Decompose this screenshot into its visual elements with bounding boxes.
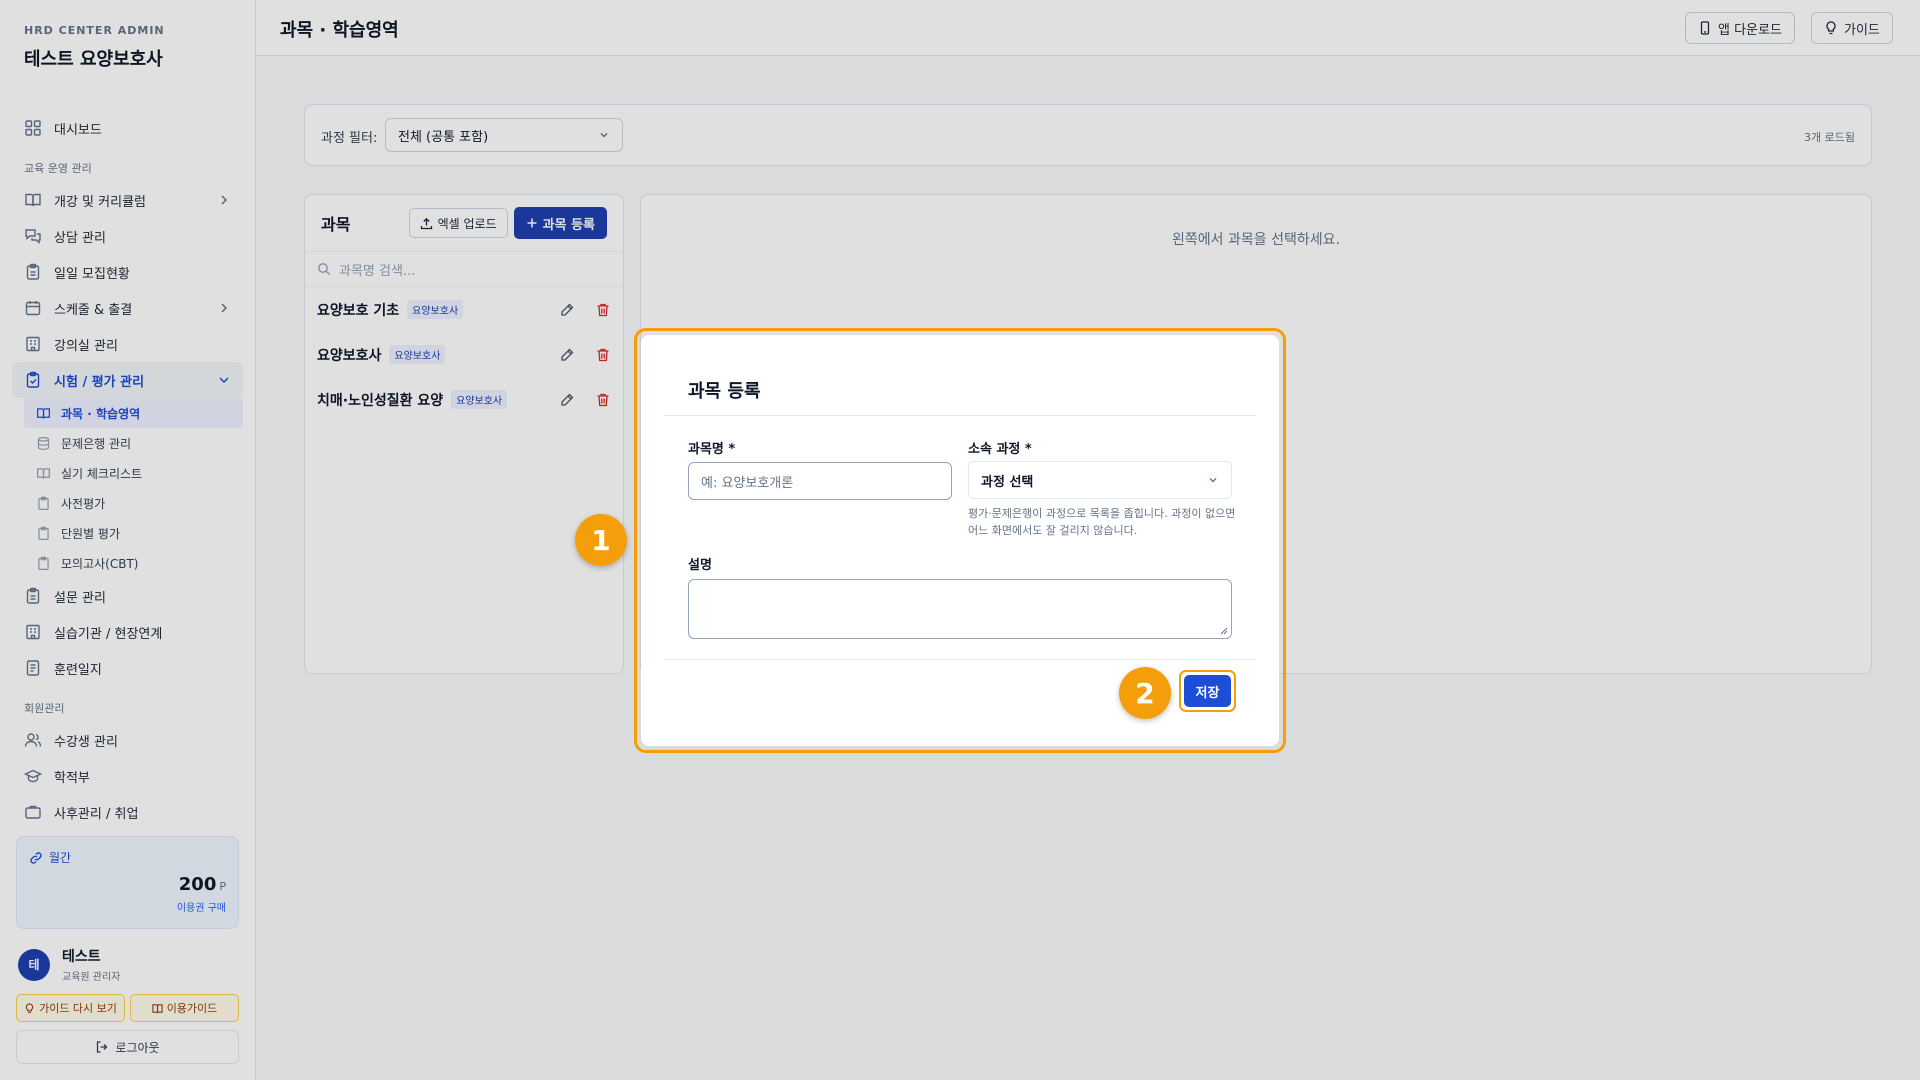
step-badge-1: 1: [575, 514, 627, 566]
chevron-down-icon: [1209, 478, 1217, 483]
subject-name-label: 과목명 *: [688, 442, 736, 457]
divider: [664, 415, 1256, 416]
add-subject-dialog: 과목 등록 과목명 * 예: 요양보호개론 소속 과정 * 과정 선택 평가·문…: [641, 335, 1279, 746]
divider: [664, 659, 1256, 660]
description-textarea[interactable]: [688, 579, 1232, 639]
resize-handle-icon[interactable]: [1220, 627, 1228, 635]
course-label: 소속 과정 *: [968, 442, 1032, 457]
description-label: 설명: [688, 558, 712, 573]
subject-name-field[interactable]: 예: 요양보호개론: [688, 462, 952, 500]
subject-name-placeholder: 예: 요양보호개론: [701, 475, 794, 491]
step-badge-2: 2: [1119, 667, 1171, 719]
course-select[interactable]: 과정 선택: [968, 461, 1232, 499]
course-select-value: 과정 선택: [981, 474, 1034, 490]
save-button[interactable]: 저장: [1184, 675, 1231, 707]
course-help-text: 평가·문제은행이 과정으로 목록을 좁힙니다. 과정이 없으면 어느 화면에서도…: [968, 507, 1236, 537]
dialog-title: 과목 등록: [688, 381, 761, 402]
